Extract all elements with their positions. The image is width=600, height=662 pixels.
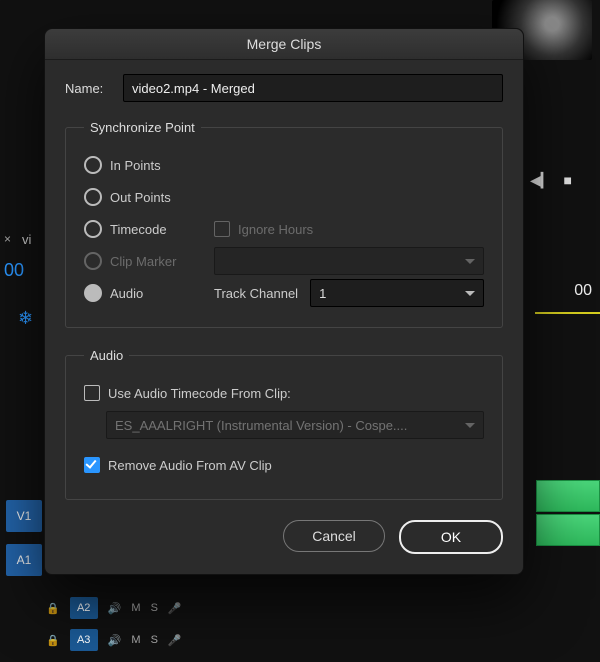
mic-icon[interactable]: 🎤	[168, 634, 182, 647]
track-header-a1[interactable]: A1	[6, 544, 42, 576]
audio-clip-dropdown-value: ES_AAALRIGHT (Instrumental Version) - Co…	[115, 418, 407, 433]
use-audio-timecode-checkbox[interactable]	[84, 385, 100, 401]
cancel-button[interactable]: Cancel	[283, 520, 385, 552]
remove-audio-label: Remove Audio From AV Clip	[108, 458, 272, 473]
track-channel-label: Track Channel	[214, 286, 298, 301]
use-audio-timecode-label: Use Audio Timecode From Clip:	[108, 386, 291, 401]
sequence-tab[interactable]: vi	[22, 232, 31, 247]
radio-clip-marker	[84, 252, 102, 270]
track-header-v1[interactable]: V1	[6, 500, 42, 532]
stop-icon[interactable]: ■	[564, 172, 572, 189]
mute-toggle[interactable]: M	[131, 602, 140, 614]
clip-marker-dropdown	[214, 247, 484, 275]
chevron-down-icon	[465, 423, 475, 428]
audio-group: Audio Use Audio Timecode From Clip: ES_A…	[65, 348, 503, 500]
speaker-icon[interactable]: 🔊	[108, 602, 122, 615]
track-channel-value: 1	[319, 286, 326, 301]
solo-toggle[interactable]: S	[151, 602, 158, 614]
chevron-down-icon	[465, 291, 475, 296]
radio-in-points-label: In Points	[110, 158, 161, 173]
radio-audio-label: Audio	[110, 286, 143, 301]
radio-clip-marker-label: Clip Marker	[110, 254, 176, 269]
time-ruler-marker	[535, 312, 600, 314]
name-label: Name:	[65, 81, 123, 96]
mute-toggle[interactable]: M	[131, 634, 140, 646]
radio-audio[interactable]	[84, 284, 102, 302]
radio-out-points[interactable]	[84, 188, 102, 206]
snap-icon[interactable]: ❄	[18, 308, 33, 329]
track-row-a2: 🔒 A2 🔊 M S 🎤	[46, 594, 182, 622]
dialog-title: Merge Clips	[45, 29, 523, 60]
ruler-timecode: 00	[574, 282, 592, 300]
audio-clip-dropdown: ES_AAALRIGHT (Instrumental Version) - Co…	[106, 411, 484, 439]
radio-timecode[interactable]	[84, 220, 102, 238]
step-back-icon[interactable]: ◀▎	[530, 172, 552, 189]
track-row-a3: 🔒 A3 🔊 M S 🎤	[46, 626, 182, 654]
track-header-a2[interactable]: A2	[70, 597, 98, 619]
track-channel-dropdown[interactable]: 1	[310, 279, 484, 307]
ignore-hours-checkbox	[214, 221, 230, 237]
radio-out-points-label: Out Points	[110, 190, 171, 205]
sync-legend: Synchronize Point	[84, 120, 201, 135]
synchronize-point-group: Synchronize Point In Points Out Points T…	[65, 120, 503, 328]
chevron-down-icon	[465, 259, 475, 264]
mic-icon[interactable]: 🎤	[168, 602, 182, 615]
ok-button[interactable]: OK	[399, 520, 503, 554]
lock-icon[interactable]: 🔒	[46, 602, 60, 615]
lock-icon[interactable]: 🔒	[46, 634, 60, 647]
merge-clips-dialog: Merge Clips Name: Synchronize Point In P…	[44, 28, 524, 575]
name-input[interactable]	[123, 74, 503, 102]
remove-audio-checkbox[interactable]	[84, 457, 100, 473]
sequence-close-icon[interactable]: ×	[4, 232, 11, 246]
solo-toggle[interactable]: S	[151, 634, 158, 646]
timeline-timecode[interactable]: 00	[4, 260, 24, 281]
audio-clip-a1[interactable]	[536, 480, 600, 512]
speaker-icon[interactable]: 🔊	[108, 634, 122, 647]
ignore-hours-label: Ignore Hours	[238, 222, 313, 237]
radio-timecode-label: Timecode	[110, 222, 167, 237]
radio-in-points[interactable]	[84, 156, 102, 174]
track-header-a3[interactable]: A3	[70, 629, 98, 651]
audio-clip-a2[interactable]	[536, 514, 600, 546]
playback-controls: ◀▎ ■	[530, 172, 572, 189]
audio-legend: Audio	[84, 348, 129, 363]
